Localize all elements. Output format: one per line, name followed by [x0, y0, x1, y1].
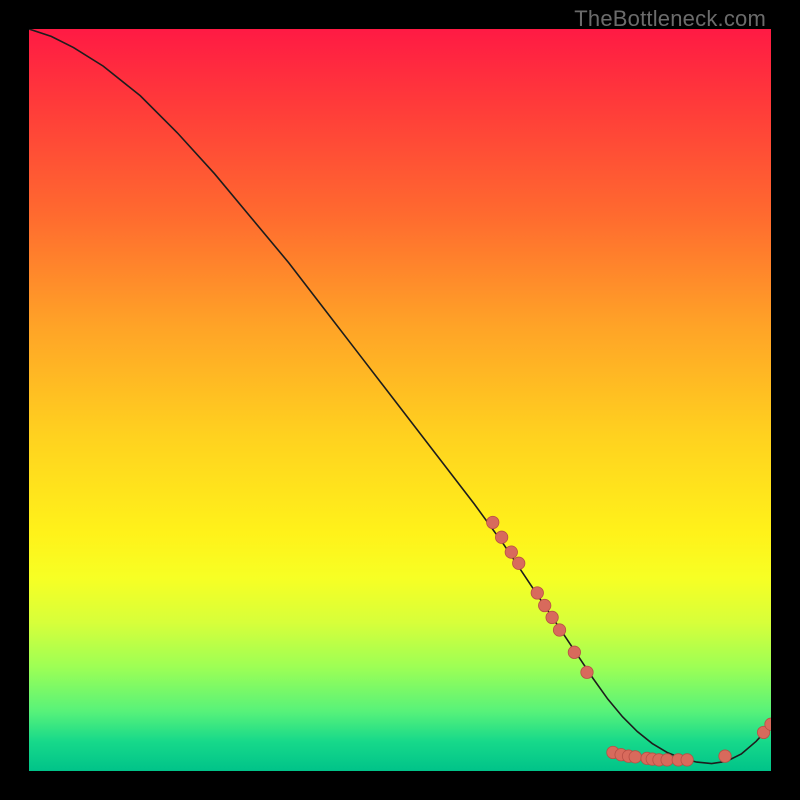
data-marker	[546, 611, 558, 623]
data-marker	[495, 531, 507, 543]
bottleneck-curve	[29, 29, 771, 764]
data-marker	[505, 546, 517, 558]
data-marker	[531, 587, 543, 599]
data-marker	[681, 754, 693, 766]
data-marker	[487, 516, 499, 528]
data-marker	[629, 751, 641, 763]
data-marker	[581, 666, 593, 678]
data-marker	[538, 599, 550, 611]
data-marker	[568, 646, 580, 658]
chart-svg	[29, 29, 771, 771]
marker-group	[487, 516, 771, 766]
data-marker	[553, 624, 565, 636]
watermark-text: TheBottleneck.com	[574, 6, 766, 32]
chart-frame	[29, 29, 771, 771]
data-marker	[513, 557, 525, 569]
data-marker	[719, 750, 731, 762]
data-marker	[661, 754, 673, 766]
